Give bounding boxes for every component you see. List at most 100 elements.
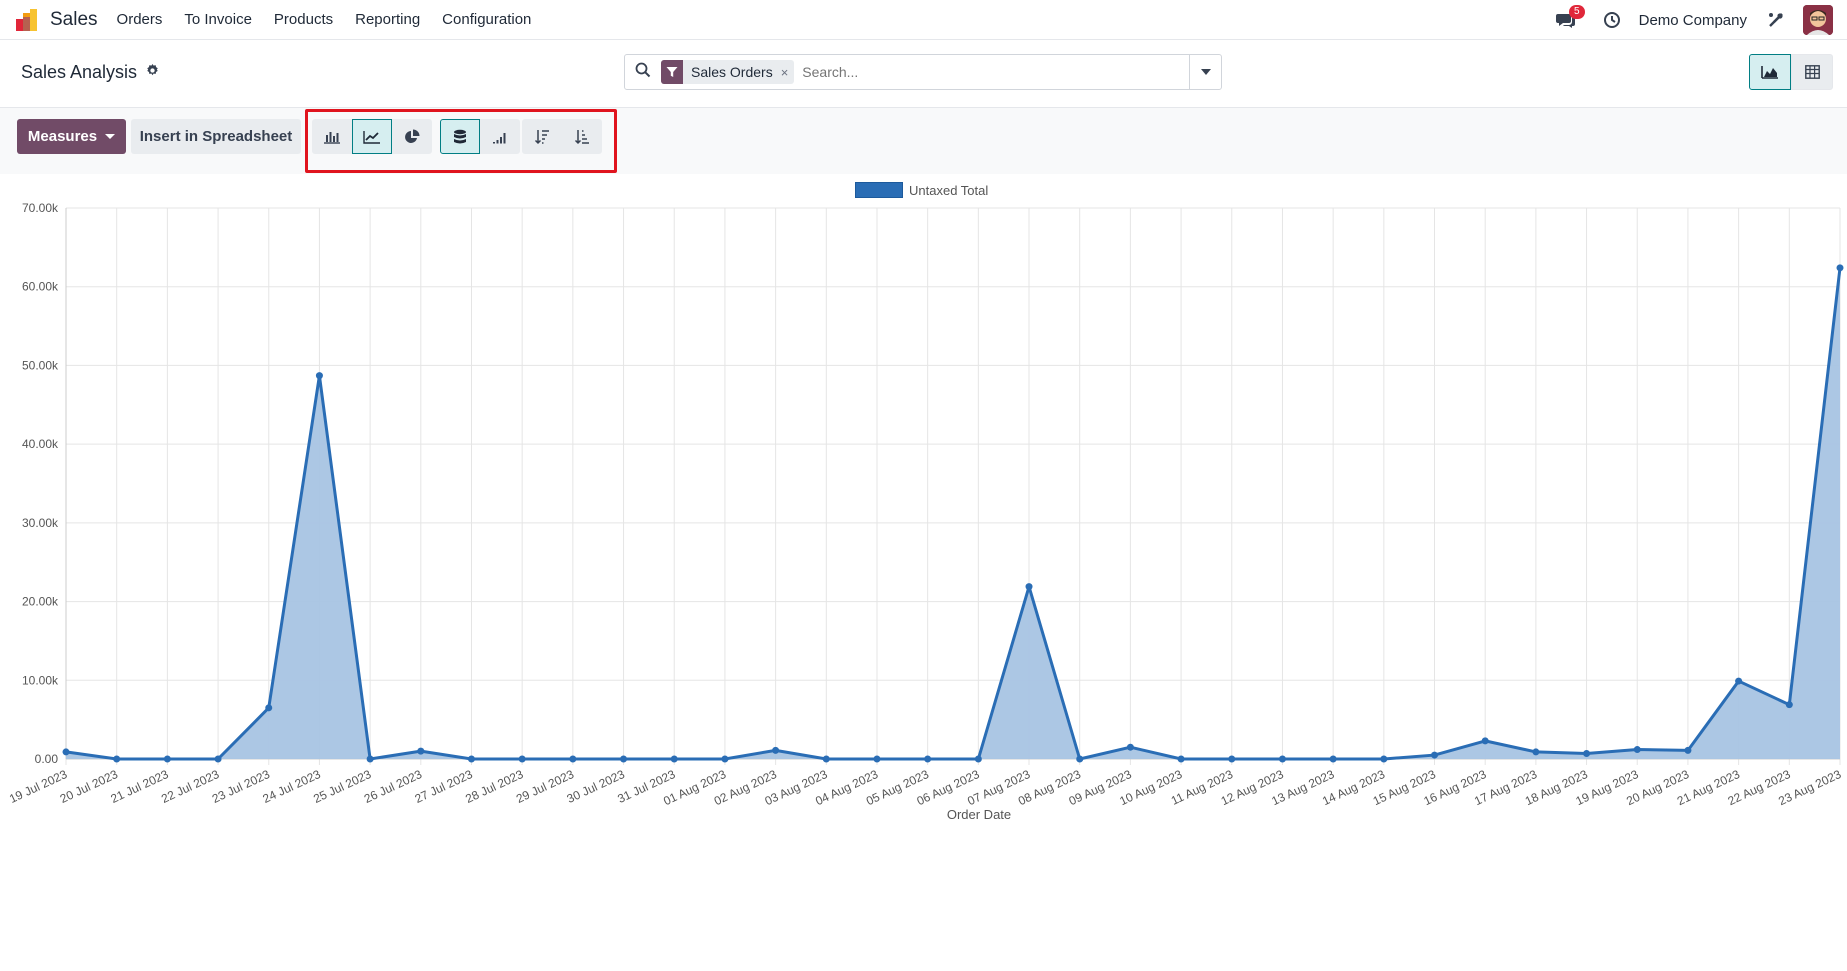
avatar[interactable] — [1803, 5, 1833, 35]
data-point — [315, 372, 323, 380]
measures-label: Measures — [27, 128, 98, 145]
data-point — [1785, 701, 1793, 709]
app-name[interactable]: Sales — [50, 9, 98, 31]
bar-chart-button[interactable] — [312, 119, 352, 154]
data-point — [569, 755, 577, 763]
facet-remove-button[interactable]: × — [781, 65, 795, 80]
data-point — [822, 755, 830, 763]
data-point — [924, 755, 932, 763]
data-point — [1076, 755, 1084, 763]
data-point — [772, 746, 780, 754]
data-point — [1735, 677, 1743, 685]
y-tick-label: 50.00k — [22, 358, 59, 372]
company-switcher[interactable]: Demo Company — [1639, 12, 1747, 29]
y-tick-label: 40.00k — [22, 437, 59, 451]
data-point — [1380, 755, 1388, 763]
data-point — [1836, 264, 1844, 272]
menu-configuration[interactable]: Configuration — [431, 11, 542, 28]
menu-to-invoice[interactable]: To Invoice — [173, 11, 263, 28]
area-chart: 0.00 10.00k 20.00k 30.00k 40.00k 50.00k 60.00k… — [7, 201, 1844, 822]
menu-orders[interactable]: Orders — [106, 11, 174, 28]
sales-app-icon[interactable] — [14, 7, 40, 33]
menu-reporting[interactable]: Reporting — [344, 11, 431, 28]
data-point — [974, 755, 982, 763]
filter-icon — [661, 60, 683, 84]
search-icon — [635, 62, 651, 83]
chart-type-group — [312, 119, 432, 154]
page-title: Sales Analysis — [21, 62, 160, 83]
y-tick-label: 70.00k — [22, 201, 59, 215]
search-options-toggle[interactable] — [1189, 55, 1221, 89]
data-point — [1481, 737, 1489, 745]
cumulative-icon — [493, 132, 506, 143]
chart-options-group — [440, 119, 520, 154]
cumulative-button[interactable] — [480, 119, 520, 154]
data-point — [518, 755, 526, 763]
data-point — [1329, 755, 1337, 763]
data-point — [620, 755, 628, 763]
legend-swatch — [855, 182, 903, 198]
data-point — [113, 755, 121, 763]
data-point — [467, 755, 475, 763]
legend-label: Untaxed Total — [909, 182, 989, 198]
data-point — [1025, 583, 1033, 591]
data-point — [1583, 749, 1591, 757]
data-point — [417, 747, 425, 755]
top-navbar: Sales Orders To Invoice Products Reporti… — [0, 0, 1847, 40]
series-area-fill — [66, 267, 1840, 759]
search-input[interactable] — [802, 64, 1189, 80]
control-panel: Sales Analysis Sales Orders × — [0, 40, 1847, 108]
gear-icon[interactable] — [145, 62, 160, 83]
clock-icon[interactable] — [1597, 5, 1627, 35]
data-point — [214, 755, 222, 763]
sort-descending-button[interactable] — [522, 119, 562, 154]
caret-down-icon — [105, 134, 116, 139]
message-count-badge: 5 — [1569, 5, 1585, 19]
data-point — [163, 755, 171, 763]
data-point — [366, 755, 374, 763]
sort-group — [522, 119, 602, 154]
area-chart-icon — [1761, 66, 1778, 79]
sort-ascending-button[interactable] — [562, 119, 602, 154]
data-point — [62, 748, 70, 756]
y-tick-label: 20.00k — [22, 595, 59, 609]
data-point — [1431, 751, 1439, 759]
bar-chart-icon — [324, 131, 340, 144]
sort-descending-icon — [534, 129, 549, 144]
data-point — [1228, 755, 1236, 763]
data-point — [1684, 746, 1692, 754]
table-icon — [1804, 65, 1820, 79]
stacked-button[interactable] — [440, 119, 480, 154]
pivot-view-button[interactable] — [1791, 54, 1833, 90]
y-tick-label: 30.00k — [22, 516, 59, 530]
tools-icon[interactable] — [1761, 5, 1791, 35]
line-chart-icon — [363, 130, 380, 144]
pie-chart-icon — [405, 129, 420, 143]
y-tick-label: 0.00 — [35, 752, 59, 766]
chat-icon[interactable]: 5 — [1551, 5, 1585, 35]
menu-products[interactable]: Products — [263, 11, 344, 28]
line-chart-button[interactable] — [352, 119, 392, 154]
graph-toolbar: Measures Insert in Spreadsheet — [0, 108, 1847, 174]
chart-legend[interactable]: Untaxed Total — [855, 182, 988, 198]
data-point — [1177, 755, 1185, 763]
search-facet: Sales Orders × — [661, 60, 795, 84]
data-point — [265, 704, 273, 712]
data-point — [1532, 748, 1540, 756]
pie-chart-button[interactable] — [392, 119, 432, 154]
measures-dropdown-button[interactable]: Measures — [17, 119, 126, 154]
insert-in-spreadsheet-button[interactable]: Insert in Spreadsheet — [131, 119, 301, 154]
y-tick-label: 10.00k — [22, 673, 59, 687]
data-point — [873, 755, 881, 763]
page-title-text: Sales Analysis — [21, 62, 138, 82]
x-axis-label: Order Date — [947, 807, 1011, 822]
data-point — [721, 755, 729, 763]
facet-label: Sales Orders — [691, 64, 773, 80]
data-point — [670, 755, 678, 763]
sort-ascending-icon — [574, 129, 589, 144]
view-switcher — [1749, 54, 1833, 90]
data-point — [1126, 743, 1134, 751]
stacked-icon — [454, 129, 466, 143]
graph-view-button[interactable] — [1749, 54, 1791, 90]
navbar-systray: 5 Demo Company — [1551, 0, 1847, 40]
